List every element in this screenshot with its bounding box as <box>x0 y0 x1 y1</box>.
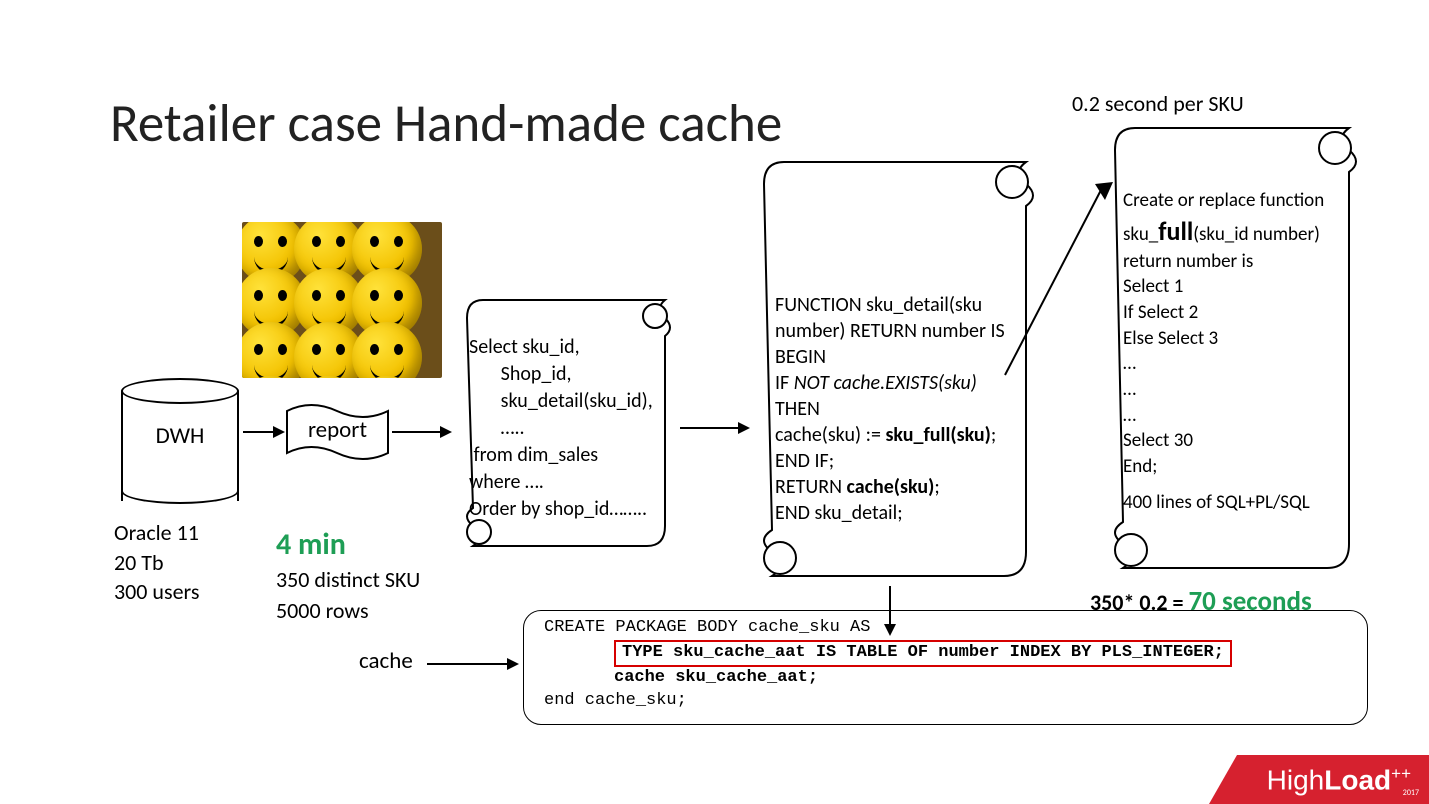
logo-year: 2017 <box>1403 788 1419 798</box>
cache-code-line: CREATE PACKAGE BODY cache_sku AS <box>544 617 1355 640</box>
dwh-cylinder-icon: DWH <box>121 378 239 504</box>
cache-code-line: cache sku_cache_aat; <box>544 667 1355 690</box>
arrow-icon <box>243 422 285 442</box>
db-info-line: 20 Tb <box>114 548 199 578</box>
timing-highlight: 4 min <box>276 524 420 565</box>
scroll3-header: 0.2 second per SKU <box>1072 90 1244 117</box>
dwh-label: DWH <box>121 422 239 450</box>
arrow-icon <box>680 418 750 438</box>
scroll-function: FUNCTION sku_detail(sku number) RETURN n… <box>750 154 1040 586</box>
report-label: report <box>285 416 390 444</box>
scroll-full-function: Create or replace function sku_full(sku_… <box>1067 120 1362 578</box>
scroll-query-text: Select sku_id, Shop_id, sku_detail(sku_i… <box>469 334 653 523</box>
cache-label: cache <box>359 647 413 675</box>
arrow-icon <box>392 422 452 442</box>
db-info-line: Oracle 11 <box>114 518 199 548</box>
timing-line: 5000 rows <box>276 596 420 626</box>
smileys-image <box>242 222 442 378</box>
scroll-full-function-text: Create or replace function sku_full(sku_… <box>1123 188 1348 515</box>
scroll-query: Select sku_id, Shop_id, sku_detail(sku_i… <box>455 294 677 556</box>
slide-title: Retailer case Hand-made cache <box>110 92 782 156</box>
timing-line: 350 distinct SKU <box>276 565 420 595</box>
arrow-icon <box>427 654 519 674</box>
scroll-function-text: FUNCTION sku_detail(sku number) RETURN n… <box>775 292 1025 526</box>
cache-code-box: CREATE PACKAGE BODY cache_sku AS TYPE sk… <box>523 610 1368 725</box>
highload-logo: HighLoad++ 2017 <box>1209 749 1429 804</box>
logo-text: HighLoad++ <box>1267 764 1411 796</box>
db-info-line: 300 users <box>114 577 199 607</box>
db-info: Oracle 11 20 Tb 300 users <box>114 518 199 607</box>
cache-code-line: end cache_sku; <box>544 690 1355 713</box>
timing-block: 4 min 350 distinct SKU 5000 rows <box>276 524 420 626</box>
slide: Retailer case Hand-made cache DWH Oracle… <box>0 0 1429 804</box>
report-ribbon-icon: report <box>285 399 390 465</box>
cache-code-highlight: TYPE sku_cache_aat IS TABLE OF number IN… <box>614 640 1232 667</box>
